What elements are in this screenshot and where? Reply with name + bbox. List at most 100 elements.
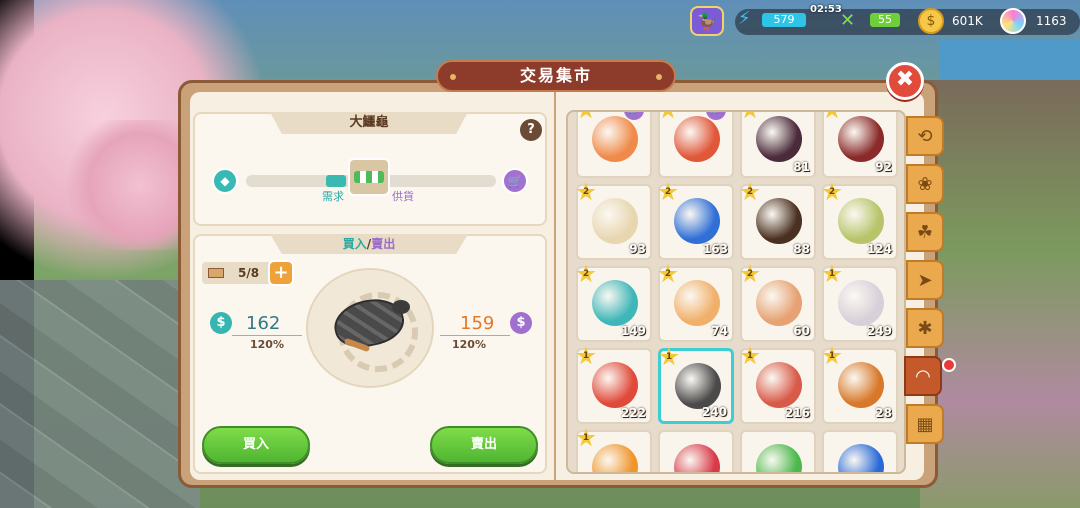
buy-button[interactable]: 買入 [202, 426, 310, 464]
rarity-star: 2 [740, 182, 760, 201]
rarity-star: 2 [658, 182, 678, 201]
coin-icon[interactable]: $ [918, 8, 944, 34]
close-button[interactable]: ✖ [886, 62, 924, 100]
sell-price-icon: $ [510, 312, 532, 334]
coral-red-icon [674, 444, 720, 472]
buy-price: 162 [246, 313, 281, 334]
grid-item-clam[interactable]: 2 60 [740, 264, 816, 342]
grid-item-sea-urchin[interactable]: 3 92 [822, 112, 898, 178]
grid-item-seahorse[interactable]: 3🛒 [576, 112, 652, 178]
grid-item-mantis-shrimp[interactable]: 1 216 [740, 346, 816, 424]
turban-shell-icon [592, 280, 638, 326]
sea-urchin-icon [838, 116, 884, 162]
tab-buy[interactable]: 買入 [343, 237, 367, 251]
item-count: 60 [793, 324, 810, 338]
category-tab-misc-icon[interactable]: ▦ [906, 404, 944, 444]
grid-item-shrimp[interactable]: 2 93 [576, 182, 652, 260]
market-stall-icon [348, 158, 390, 196]
stock-count: 5/8 [238, 266, 260, 280]
mantis-shrimp-icon [756, 362, 802, 408]
demand-label: 需求 [322, 190, 344, 203]
grid-item-lobster[interactable]: 2 88 [740, 182, 816, 260]
shell-icon: ◠ [915, 365, 931, 387]
snapping-turtle-icon [675, 363, 721, 409]
rarity-star: 3 [576, 112, 596, 119]
grid-item-seaweed[interactable] [740, 430, 816, 472]
grid-item-blue-sponge[interactable] [822, 430, 898, 472]
sell-price: 159 [460, 313, 495, 334]
oyster-icon [838, 280, 884, 326]
sell-percentage: 120% [452, 338, 486, 351]
category-tab-fish-icon[interactable]: ➤ [906, 260, 944, 300]
notification-dot [942, 358, 956, 372]
item-count: 28 [875, 406, 892, 420]
rarity-star: 2 [658, 264, 678, 283]
crate-icon [208, 268, 224, 278]
rarity-star: 1 [659, 347, 679, 366]
sea-slug-icon [674, 198, 720, 244]
category-tab-shell-icon[interactable]: ◠ [904, 356, 942, 396]
starfish-icon [592, 362, 638, 408]
rarity-star: 1 [740, 346, 760, 365]
gem-amount: 1163 [1036, 14, 1067, 28]
bug-icon: ✱ [917, 317, 933, 339]
supply-demand-indicator [326, 175, 346, 187]
grid-item-turban-shell[interactable]: 2 149 [576, 264, 652, 342]
rarity-star: 1 [822, 346, 842, 365]
grid-item-oyster[interactable]: 1 249 [822, 264, 898, 342]
item-count: 216 [784, 406, 810, 420]
category-tab-history-icon[interactable]: ⟲ [906, 116, 944, 156]
item-count: 93 [629, 242, 646, 256]
coral-orange-icon [592, 444, 638, 472]
demand-icon: ◆ [212, 168, 238, 194]
plant-icon: ❀ [917, 173, 933, 195]
inventory-grid: 3🛒3🛒381392293216328821242149274260124912… [566, 110, 906, 474]
grid-item-sea-slug[interactable]: 2 163 [658, 182, 734, 260]
sell-button[interactable]: 賣出 [430, 426, 538, 464]
scallop-icon [674, 280, 720, 326]
add-stock-button[interactable]: + [268, 260, 294, 286]
item-count: 240 [701, 405, 727, 419]
buy-divider [232, 335, 302, 336]
energy-bolt-icon: ⚡ [738, 8, 751, 29]
buy-percentage: 120% [250, 338, 284, 351]
grid-item-mussel[interactable]: 3 81 [740, 112, 816, 178]
rarity-star: 3 [658, 112, 678, 119]
sell-divider [440, 335, 510, 336]
grid-item-crab[interactable]: 3🛒 [658, 112, 734, 178]
crab-icon [674, 116, 720, 162]
seahorse-icon [592, 116, 638, 162]
help-icon[interactable]: ? [520, 119, 542, 141]
grid-item-scallop[interactable]: 2 74 [658, 264, 734, 342]
gem-icon[interactable] [1000, 8, 1026, 34]
rarity-star: 3 [740, 112, 760, 119]
item-count: 249 [866, 324, 892, 338]
rarity-star: 2 [576, 182, 596, 201]
rarity-star: 1 [576, 346, 596, 365]
tab-sell[interactable]: 賣出 [371, 237, 395, 251]
grid-item-spider-crab[interactable]: 1 28 [822, 346, 898, 424]
fish-icon: ➤ [917, 269, 933, 291]
category-tab-bug-icon[interactable]: ✱ [906, 308, 944, 348]
energy-timer: 02:53 [810, 4, 842, 15]
food-value: 55 [870, 13, 900, 27]
item-count: 88 [793, 242, 810, 256]
window-title: 交易集市 [436, 60, 676, 92]
player-avatar[interactable]: 🦆 [690, 6, 724, 36]
coin-amount: 601K [952, 14, 983, 28]
energy-value: 579 [762, 13, 806, 27]
seaweed-icon [756, 444, 802, 472]
category-tab-plant-icon[interactable]: ❀ [906, 164, 944, 204]
mussel-icon [756, 116, 802, 162]
grid-item-anemone[interactable]: 2 124 [822, 182, 898, 260]
grid-item-coral-orange[interactable]: 1 [576, 428, 652, 472]
lobster-icon [756, 198, 802, 244]
grid-item-snapping-turtle[interactable]: 1 240 [658, 347, 734, 424]
town-background [920, 80, 1080, 508]
category-tab-produce-icon[interactable]: ☘ [906, 212, 944, 252]
grid-item-coral-red[interactable] [658, 430, 734, 472]
grid-item-starfish[interactable]: 1 222 [576, 346, 652, 424]
spider-crab-icon [838, 362, 884, 408]
rarity-star: 2 [822, 182, 842, 201]
supply-cart-icon: 🛒 [502, 168, 528, 194]
